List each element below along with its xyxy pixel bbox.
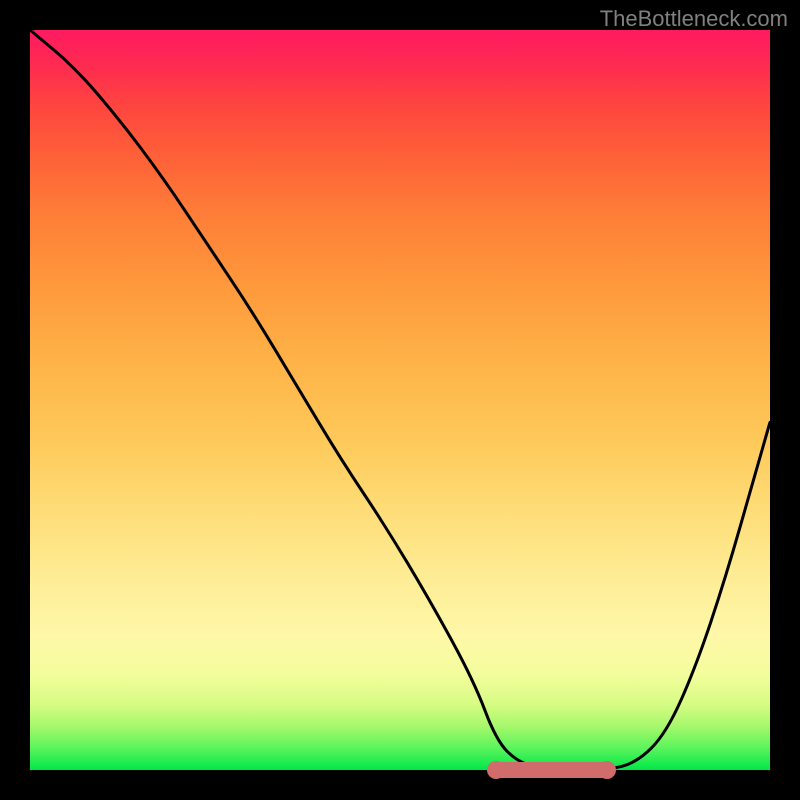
optimal-range-bar bbox=[492, 762, 611, 778]
watermark-text: TheBottleneck.com bbox=[600, 6, 788, 32]
plot-area bbox=[30, 30, 770, 770]
optimal-range-end-dot bbox=[598, 761, 616, 779]
chart-canvas: TheBottleneck.com bbox=[0, 0, 800, 800]
bottleneck-curve-path bbox=[30, 30, 770, 770]
curve-svg bbox=[30, 30, 770, 770]
